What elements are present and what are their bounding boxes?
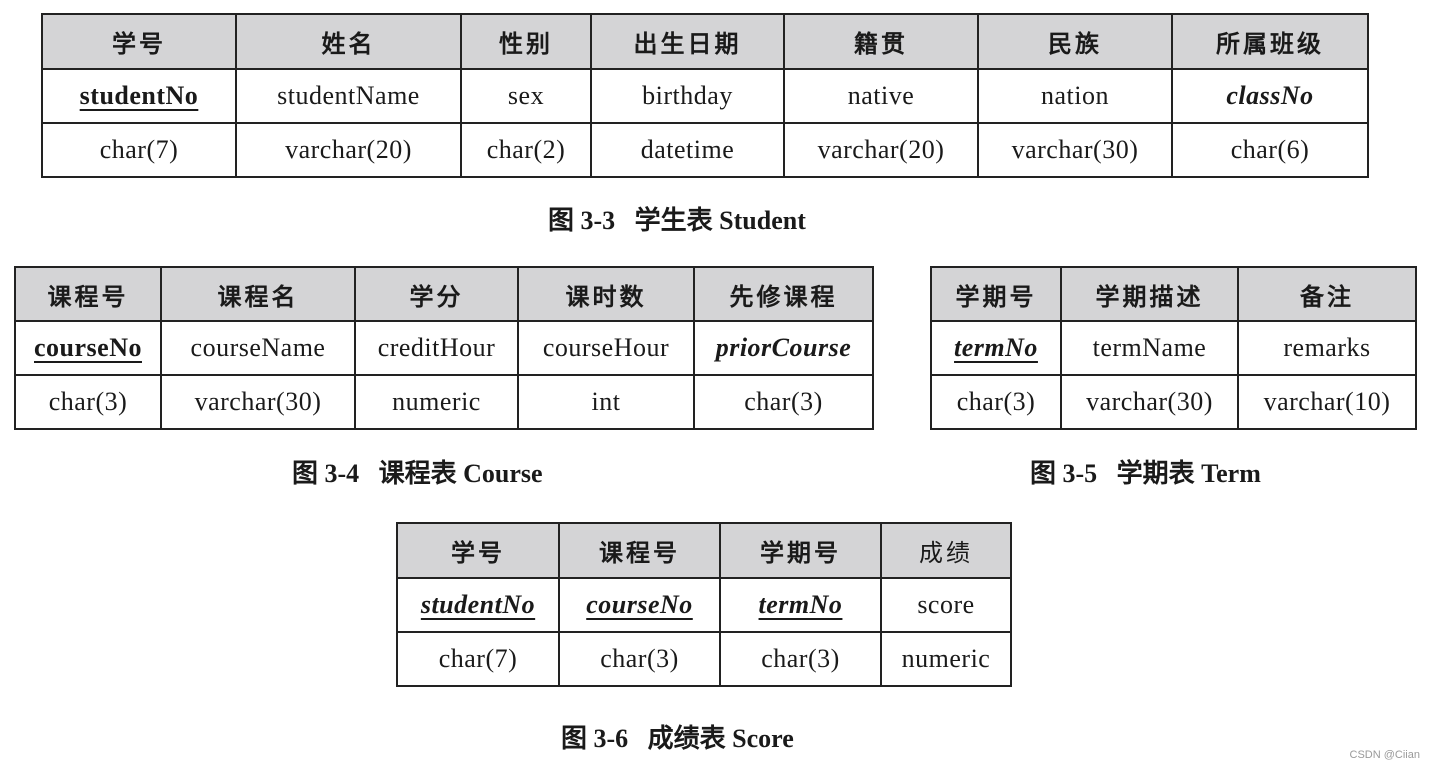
type-cell: char(2) — [460, 122, 592, 178]
field-cell-foreign-key: classNo — [1171, 68, 1369, 124]
header-cell: 籍贯 — [783, 13, 979, 70]
type-cell: char(6) — [1171, 122, 1369, 178]
foreign-key-field: classNo — [1226, 81, 1314, 110]
header-cell: 学号 — [41, 13, 237, 70]
header-cell: 课程名 — [160, 266, 356, 322]
type-cell: char(3) — [930, 374, 1062, 430]
header-cell: 成绩 — [880, 522, 1012, 579]
header-cell: 民族 — [977, 13, 1173, 70]
field-cell: score — [880, 577, 1012, 633]
field-cell: native — [783, 68, 979, 124]
type-cell: char(3) — [693, 374, 874, 430]
course-table: 课程号 课程名 学分 课时数 先修课程 courseNo courseName … — [14, 266, 874, 430]
header-cell: 学期号 — [930, 266, 1062, 322]
type-cell: varchar(30) — [1060, 374, 1239, 430]
type-cell: char(3) — [558, 631, 721, 687]
header-cell: 学分 — [354, 266, 519, 322]
term-caption: 图 3-5 学期表 Term — [1030, 459, 1261, 488]
field-cell: remarks — [1237, 320, 1417, 376]
field-cell: creditHour — [354, 320, 519, 376]
type-cell: char(3) — [719, 631, 882, 687]
type-cell: char(3) — [14, 374, 162, 430]
type-cell: char(7) — [41, 122, 237, 178]
field-cell: termName — [1060, 320, 1239, 376]
type-cell: varchar(30) — [160, 374, 356, 430]
type-cell: varchar(30) — [977, 122, 1173, 178]
field-cell: birthday — [590, 68, 785, 124]
score-caption: 图 3-6 成绩表 Score — [561, 724, 794, 753]
field-cell: nation — [977, 68, 1173, 124]
field-cell: courseName — [160, 320, 356, 376]
type-cell: numeric — [354, 374, 519, 430]
type-cell: char(7) — [396, 631, 560, 687]
primary-key-field: studentNo — [420, 590, 536, 619]
field-cell-primary-key: studentNo — [41, 68, 237, 124]
header-cell: 课程号 — [558, 522, 721, 579]
field-cell: courseHour — [517, 320, 695, 376]
student-table: 学号 姓名 性别 出生日期 籍贯 民族 所属班级 studentNo stude… — [41, 13, 1369, 178]
field-cell: studentName — [235, 68, 462, 124]
header-cell: 性别 — [460, 13, 592, 70]
primary-key-field: courseNo — [586, 590, 693, 619]
type-cell: datetime — [590, 122, 785, 178]
header-cell: 课程号 — [14, 266, 162, 322]
field-cell: sex — [460, 68, 592, 124]
header-cell: 备注 — [1237, 266, 1417, 322]
score-table: 学号 课程号 学期号 成绩 studentNo courseNo termNo … — [396, 522, 1012, 687]
field-cell-primary-key: studentNo — [396, 577, 560, 633]
field-cell-primary-key: termNo — [930, 320, 1062, 376]
primary-key-field: termNo — [954, 333, 1038, 362]
field-cell-primary-key: courseNo — [558, 577, 721, 633]
course-caption: 图 3-4 课程表 Course — [292, 459, 543, 488]
header-cell: 所属班级 — [1171, 13, 1369, 70]
primary-key-field: studentNo — [79, 81, 199, 110]
header-cell: 学号 — [396, 522, 560, 579]
watermark: CSDN @Ciian — [1349, 749, 1420, 761]
type-cell: varchar(10) — [1237, 374, 1417, 430]
foreign-key-field: priorCourse — [715, 333, 852, 362]
field-cell-primary-key: termNo — [719, 577, 882, 633]
type-cell: int — [517, 374, 695, 430]
field-cell-primary-key: courseNo — [14, 320, 162, 376]
header-cell: 学期描述 — [1060, 266, 1239, 322]
header-cell: 学期号 — [719, 522, 882, 579]
term-table: 学期号 学期描述 备注 termNo termName remarks char… — [930, 266, 1417, 430]
primary-key-field: termNo — [758, 590, 843, 619]
header-cell: 出生日期 — [590, 13, 785, 70]
field-cell-foreign-key: priorCourse — [693, 320, 874, 376]
type-cell: numeric — [880, 631, 1012, 687]
header-cell: 姓名 — [235, 13, 462, 70]
header-cell: 课时数 — [517, 266, 695, 322]
type-cell: varchar(20) — [235, 122, 462, 178]
type-cell: varchar(20) — [783, 122, 979, 178]
primary-key-field: courseNo — [34, 333, 142, 362]
student-caption: 图 3-3 学生表 Student — [548, 206, 806, 235]
header-cell: 先修课程 — [693, 266, 874, 322]
